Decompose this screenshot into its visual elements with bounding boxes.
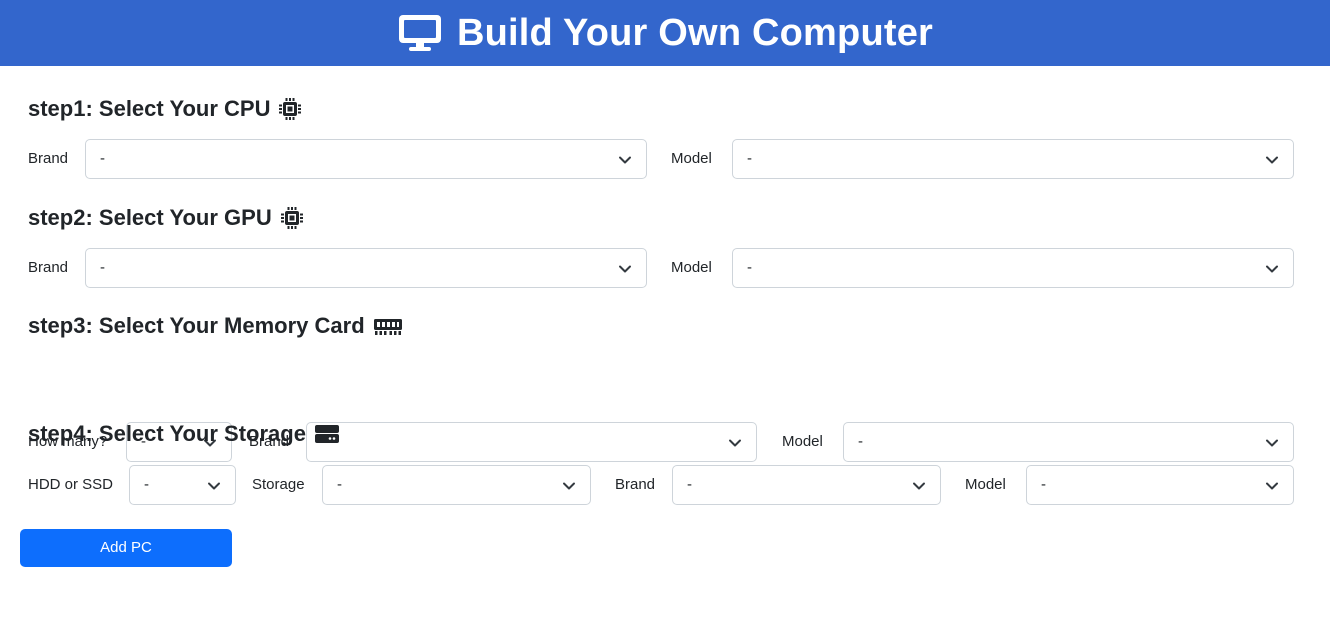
chevron-down-icon bbox=[1266, 439, 1278, 447]
cpu-model-label: Model bbox=[671, 150, 712, 167]
chevron-down-icon bbox=[729, 439, 741, 447]
microchip-icon bbox=[278, 97, 302, 121]
storage-model-select[interactable]: - bbox=[1026, 465, 1294, 505]
chevron-down-icon bbox=[619, 156, 631, 164]
gpu-model-value: - bbox=[747, 259, 752, 276]
step2-row: Brand - Model - bbox=[0, 248, 1330, 288]
gpu-brand-label: Brand bbox=[28, 259, 69, 276]
chevron-down-icon bbox=[619, 265, 631, 273]
step3-title: step3: Select Your Memory Card bbox=[28, 315, 403, 337]
step3-title-text: step3: Select Your Memory Card bbox=[28, 313, 365, 338]
chevron-down-icon bbox=[563, 482, 575, 490]
memory-model-value: - bbox=[858, 433, 863, 450]
microchip-icon bbox=[280, 206, 304, 230]
storage-type-label: HDD or SSD bbox=[28, 476, 114, 493]
gpu-model-label: Model bbox=[671, 259, 712, 276]
page-header: Build Your Own Computer bbox=[0, 0, 1330, 66]
chevron-down-icon bbox=[913, 482, 925, 490]
step4-title-text: step4: Select Your Storage bbox=[28, 421, 306, 446]
step4-row: HDD or SSD - Storage - Brand - Model - bbox=[0, 465, 1330, 505]
storage-model-value: - bbox=[1041, 476, 1046, 493]
storage-size-select[interactable]: - bbox=[322, 465, 591, 505]
chevron-down-icon bbox=[208, 482, 220, 490]
step1-title: step1: Select Your CPU bbox=[28, 97, 302, 121]
cpu-brand-label: Brand bbox=[28, 150, 69, 167]
step1-title-text: step1: Select Your CPU bbox=[28, 96, 271, 121]
storage-model-label: Model bbox=[965, 476, 1006, 493]
page-title: Build Your Own Computer bbox=[456, 12, 934, 54]
storage-size-label: Storage bbox=[252, 476, 305, 493]
cpu-model-select[interactable]: - bbox=[732, 139, 1294, 179]
step1-row: Brand - Model - bbox=[0, 139, 1330, 179]
memory-icon bbox=[373, 315, 403, 337]
gpu-brand-select[interactable]: - bbox=[85, 248, 647, 288]
storage-brand-label: Brand bbox=[615, 476, 656, 493]
gpu-model-select[interactable]: - bbox=[732, 248, 1294, 288]
header-title-wrap: Build Your Own Computer bbox=[397, 13, 933, 53]
memory-model-label: Model bbox=[782, 433, 823, 450]
step4-title: step4: Select Your Storage bbox=[28, 423, 340, 445]
chevron-down-icon bbox=[1266, 265, 1278, 273]
cpu-model-value: - bbox=[747, 150, 752, 167]
cpu-brand-select[interactable]: - bbox=[85, 139, 647, 179]
storage-type-value: - bbox=[144, 476, 149, 493]
storage-type-select[interactable]: - bbox=[129, 465, 236, 505]
add-pc-button[interactable]: Add PC bbox=[20, 529, 232, 567]
memory-brand-select[interactable]: - bbox=[306, 422, 757, 462]
storage-brand-value: - bbox=[687, 476, 692, 493]
step2-title: step2: Select Your GPU bbox=[28, 206, 304, 230]
chevron-down-icon bbox=[1266, 482, 1278, 490]
chevron-down-icon bbox=[1266, 156, 1278, 164]
hdd-icon bbox=[314, 423, 340, 445]
desktop-icon bbox=[397, 13, 443, 53]
storage-size-value: - bbox=[337, 476, 342, 493]
memory-model-select[interactable]: - bbox=[843, 422, 1294, 462]
cpu-brand-value: - bbox=[100, 150, 105, 167]
storage-brand-select[interactable]: - bbox=[672, 465, 941, 505]
gpu-brand-value: - bbox=[100, 259, 105, 276]
step2-title-text: step2: Select Your GPU bbox=[28, 205, 272, 230]
